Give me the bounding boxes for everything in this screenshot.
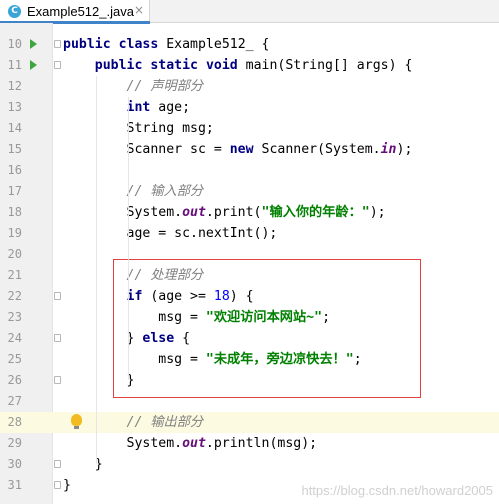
indent-guide (96, 76, 97, 464)
code-token: System. (63, 205, 183, 220)
code-token: main(String[] args) { (237, 58, 413, 73)
code-token: Scanner sc = (63, 142, 230, 157)
indent-guide (128, 97, 129, 380)
fold-marker-icon[interactable] (54, 460, 61, 468)
line-number: 22 (7, 289, 22, 303)
run-icon[interactable] (30, 60, 37, 70)
line-number: 13 (7, 100, 22, 114)
code-token: } (63, 478, 71, 493)
run-icon[interactable] (30, 39, 37, 49)
fold-marker-icon[interactable] (54, 334, 61, 342)
code-token: in (380, 142, 397, 157)
code-line[interactable]: 19 age = sc.nextInt(); (0, 223, 499, 244)
line-number: 27 (7, 394, 22, 408)
line-number: 24 (7, 331, 22, 345)
line-number: 11 (7, 58, 22, 72)
code-line[interactable]: 29 System.out.println(msg); (0, 433, 499, 454)
code-text: System.out.print("输入你的年龄："); (63, 202, 386, 223)
code-token: ); (369, 205, 386, 220)
highlight-box (113, 259, 421, 398)
close-icon[interactable]: × (134, 3, 144, 17)
code-text: System.out.println(msg); (63, 433, 318, 454)
watermark: https://blog.csdn.net/howard2005 (301, 483, 493, 498)
code-text: public static void main(String[] args) { (63, 55, 413, 76)
code-text: String msg; (63, 118, 214, 139)
code-token: out (182, 436, 206, 451)
code-line[interactable]: 16 (0, 160, 499, 181)
editor-tab-bar: C Example512_.java × (0, 0, 499, 24)
line-number: 29 (7, 436, 22, 450)
tab-example512-java[interactable]: C Example512_.java × (0, 0, 150, 24)
fold-marker-icon[interactable] (54, 292, 61, 300)
fold-marker-icon[interactable] (54, 61, 61, 69)
code-token: public (63, 37, 111, 52)
code-text: Scanner sc = new Scanner(System.in); (63, 139, 413, 160)
java-class-icon: C (8, 5, 21, 18)
code-token: // 输出部分 (126, 415, 204, 430)
code-text: // 输出部分 (63, 412, 204, 433)
line-number: 20 (7, 247, 22, 261)
code-token: new (229, 142, 254, 157)
fold-marker-icon[interactable] (54, 40, 61, 48)
code-line[interactable]: 17 // 输入部分 (0, 181, 499, 202)
tab-label: Example512_.java (27, 4, 134, 19)
code-text: } (63, 475, 71, 496)
code-line[interactable]: 18 System.out.print("输入你的年龄："); (0, 202, 499, 223)
fold-marker-icon[interactable] (54, 376, 61, 384)
code-line[interactable]: 11 public static void main(String[] args… (0, 55, 499, 76)
line-number: 12 (7, 79, 22, 93)
code-token: ); (396, 142, 413, 157)
code-token: // 输入部分 (126, 184, 204, 199)
line-number: 25 (7, 352, 22, 366)
line-number: 30 (7, 457, 22, 471)
fold-marker-icon[interactable] (54, 481, 61, 489)
code-token: String msg; (63, 121, 214, 136)
code-token: public (94, 58, 143, 73)
line-number: 14 (7, 121, 22, 135)
code-line[interactable]: 30 } (0, 454, 499, 475)
code-token: Scanner(System. (253, 142, 381, 157)
line-number: 23 (7, 310, 22, 324)
code-token: .print( (205, 205, 262, 220)
code-text: int age; (63, 97, 191, 118)
code-text: // 声明部分 (63, 76, 204, 97)
code-token: void (205, 58, 238, 73)
code-line[interactable]: 13 int age; (0, 97, 499, 118)
line-number: 28 (7, 415, 22, 429)
code-token: // 声明部分 (126, 79, 204, 94)
line-number: 19 (7, 226, 22, 240)
line-number: 21 (7, 268, 22, 282)
line-number: 16 (7, 163, 22, 177)
line-number: 26 (7, 373, 22, 387)
code-line[interactable]: 28 // 输出部分 (0, 412, 499, 433)
code-line[interactable]: 14 String msg; (0, 118, 499, 139)
code-token: Example512_ { (158, 37, 270, 52)
line-number: 31 (7, 478, 22, 492)
code-line[interactable]: 10 public class Example512_ { (0, 34, 499, 55)
code-token: static (150, 58, 198, 73)
code-line[interactable]: 15 Scanner sc = new Scanner(System.in); (0, 139, 499, 160)
code-text: public class Example512_ { (63, 34, 269, 55)
code-token: age; (150, 100, 191, 115)
code-line[interactable]: 12 // 声明部分 (0, 76, 499, 97)
code-token: .println(msg); (205, 436, 318, 451)
line-number: 10 (7, 37, 22, 51)
code-token: class (118, 37, 159, 52)
code-token: int (126, 100, 151, 115)
code-token: "输入你的年龄：" (261, 205, 370, 220)
line-number: 15 (7, 142, 22, 156)
code-text: // 输入部分 (63, 181, 204, 202)
code-token: System. (63, 436, 183, 451)
code-token: out (182, 205, 206, 220)
line-number: 17 (7, 184, 22, 198)
line-number: 18 (7, 205, 22, 219)
